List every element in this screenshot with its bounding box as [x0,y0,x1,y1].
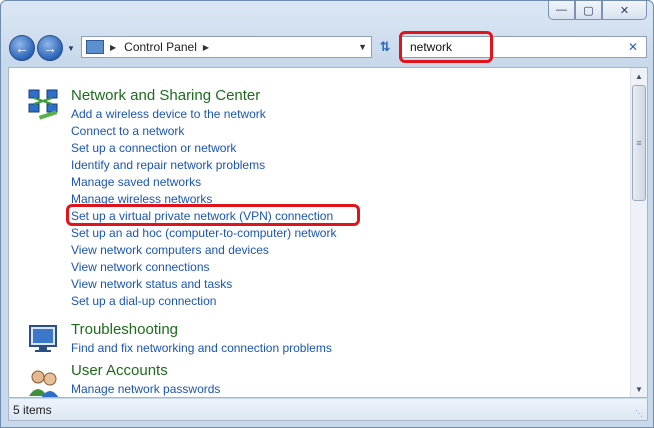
refresh-button[interactable]: ⇅ [375,38,395,56]
clear-search-icon[interactable]: ✕ [628,40,638,54]
control-panel-icon [86,40,104,54]
navigation-buttons: ← → ▼ [9,33,75,63]
user-accounts-icon [29,370,59,397]
breadcrumb-control-panel[interactable]: Control Panel [124,40,197,54]
link-set-up-connection[interactable]: Set up a connection or network [71,140,336,157]
link-manage-network-passwords[interactable]: Manage network passwords [71,381,220,397]
troubleshooting-links-list: Find and fix networking and connection p… [71,340,332,357]
troubleshooting-icon [29,325,57,352]
link-view-network-status[interactable]: View network status and tasks [71,276,336,293]
link-set-up-ad-hoc[interactable]: Set up an ad hoc (computer-to-computer) … [71,225,336,242]
scroll-down-arrow-icon[interactable]: ▼ [631,381,647,397]
minimize-button[interactable]: — [548,1,575,20]
recent-pages-dropdown-icon[interactable]: ▼ [67,44,75,53]
link-connect-to-network[interactable]: Connect to a network [71,123,336,140]
caption-buttons: — ▢ ✕ [548,1,647,20]
scroll-thumb[interactable]: ≡ [632,85,646,201]
section-title[interactable]: User Accounts [71,362,168,379]
section-title[interactable]: Network and Sharing Center [71,87,260,104]
search-results-pane: Network and Sharing Center Add a wireles… [8,67,648,398]
section-troubleshooting: Troubleshooting Find and fix networking … [9,318,629,358]
resize-grip-icon[interactable]: ⋱ [635,409,643,418]
network-icon [28,89,58,120]
vertical-scrollbar[interactable]: ▲ ≡ ▼ [630,68,647,397]
vpn-highlight-annotation [66,204,360,226]
maximize-button[interactable]: ▢ [575,1,602,20]
grip-icon: ≡ [636,138,642,148]
breadcrumb-chevron-icon[interactable]: ▶ [203,43,209,52]
link-add-wireless-device[interactable]: Add a wireless device to the network [71,106,336,123]
forward-arrow-icon: → [43,40,57,56]
item-count: 5 items [13,402,52,417]
search-highlight-annotation [399,31,493,63]
user-accounts-links-list: Manage network passwords [71,381,220,397]
section-user-accounts: User Accounts Manage network passwords [9,360,629,397]
address-dropdown-icon[interactable]: ▼ [358,42,367,52]
maximize-icon: ▢ [583,4,594,17]
section-network-sharing: Network and Sharing Center Add a wireles… [9,68,629,318]
link-set-up-dial-up[interactable]: Set up a dial-up connection [71,293,336,310]
control-panel-window: — ▢ ✕ ← → ▼ ▶ Control Panel ▶ ▼ ⇅ networ… [0,0,654,428]
link-view-network-connections[interactable]: View network connections [71,259,336,276]
refresh-icon: ⇅ [379,39,391,54]
link-manage-saved-networks[interactable]: Manage saved networks [71,174,336,191]
scroll-up-arrow-icon[interactable]: ▲ [631,68,647,84]
breadcrumb-chevron-icon[interactable]: ▶ [110,43,116,52]
back-arrow-icon: ← [15,40,29,56]
close-icon: ✕ [619,4,630,17]
close-button[interactable]: ✕ [602,1,647,20]
link-find-fix-networking[interactable]: Find and fix networking and connection p… [71,340,332,357]
status-bar: 5 items ⋱ [8,399,648,421]
section-title[interactable]: Troubleshooting [71,321,178,338]
minimize-icon: — [556,4,567,16]
back-button[interactable]: ← [9,35,35,61]
link-identify-repair[interactable]: Identify and repair network problems [71,157,336,174]
link-view-network-computers[interactable]: View network computers and devices [71,242,336,259]
forward-button[interactable]: → [37,35,63,61]
address-bar[interactable]: ▶ Control Panel ▶ ▼ [81,36,372,58]
